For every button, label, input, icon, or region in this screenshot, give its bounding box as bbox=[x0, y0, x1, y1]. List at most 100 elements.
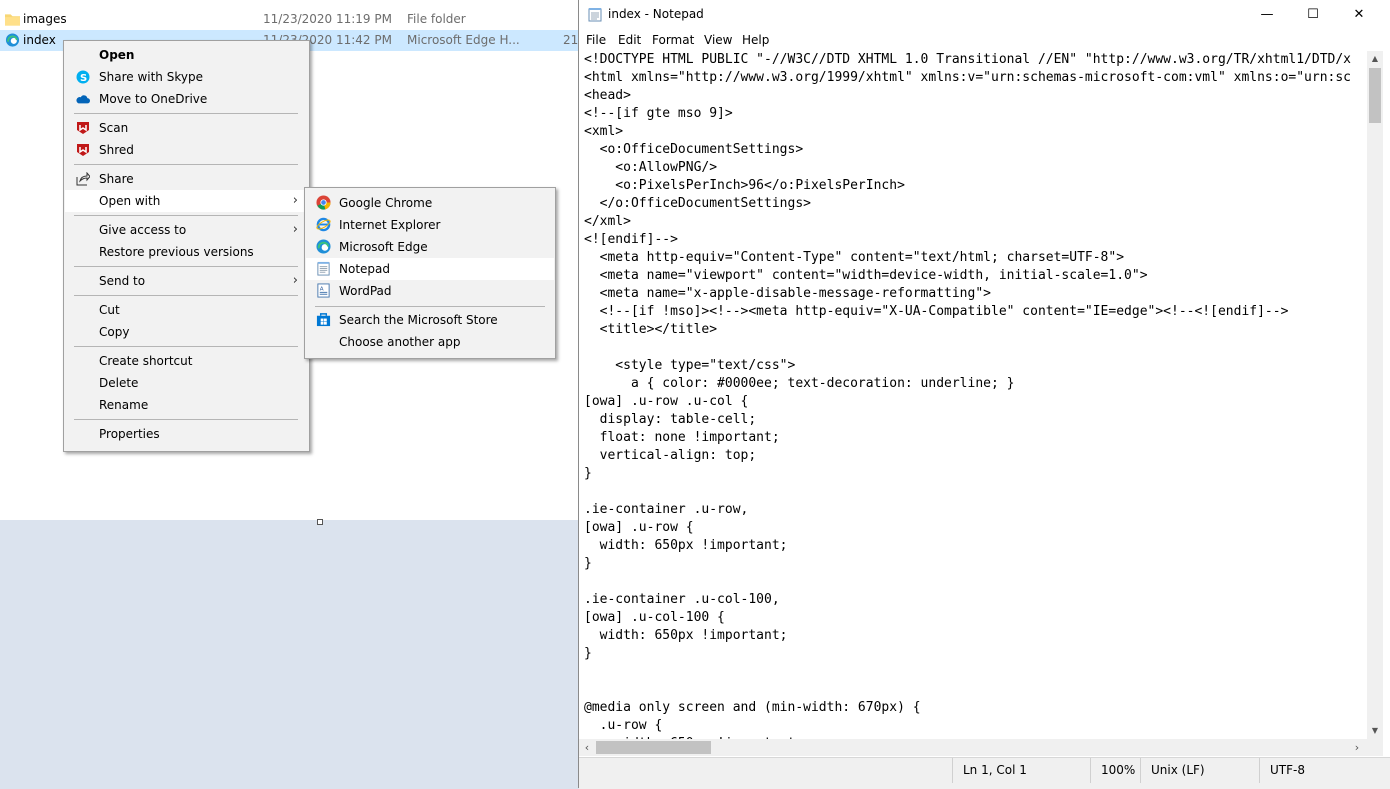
menu-item-move-to-onedrive[interactable]: Move to OneDrive bbox=[65, 88, 308, 110]
vertical-scroll-thumb[interactable] bbox=[1369, 68, 1381, 123]
submenu-arrow-icon: › bbox=[292, 193, 298, 208]
menu-item-restore-previous-versions[interactable]: Restore previous versions bbox=[65, 241, 308, 263]
scroll-right-arrow-icon[interactable]: › bbox=[1349, 739, 1365, 756]
close-button[interactable]: ✕ bbox=[1336, 0, 1382, 30]
mcafee-shield-icon bbox=[77, 122, 89, 134]
menu-item-label: Google Chrome bbox=[339, 196, 433, 210]
menu-item-label: Delete bbox=[99, 376, 139, 390]
menu-item-label: Search the Microsoft Store bbox=[339, 313, 498, 327]
notepad-icon bbox=[317, 261, 330, 276]
menu-item-label: Choose another app bbox=[339, 335, 461, 349]
notepad-window: index - Notepad — ☐ ✕ File Edit Format V… bbox=[578, 0, 1390, 789]
menu-separator bbox=[74, 295, 298, 296]
file-row-images[interactable]: images 11/23/2020 11:19 PM File folder bbox=[0, 9, 578, 30]
status-position: Ln 1, Col 1 bbox=[952, 758, 1027, 783]
scrollbar-corner bbox=[1367, 739, 1383, 756]
menu-item-label: Copy bbox=[99, 325, 130, 339]
menu-item-create-shortcut[interactable]: Create shortcut bbox=[65, 350, 308, 372]
editor-content: <!DOCTYPE HTML PUBLIC "-//W3C//DTD XHTML… bbox=[584, 52, 1352, 739]
menu-item-delete[interactable]: Delete bbox=[65, 372, 308, 394]
horizontal-scrollbar[interactable]: ‹ › bbox=[579, 739, 1367, 756]
edge-icon bbox=[5, 33, 20, 47]
open-with-search-microsoft-store[interactable]: Search the Microsoft Store bbox=[306, 309, 554, 331]
menu-item-label: Internet Explorer bbox=[339, 218, 441, 232]
menu-item-rename[interactable]: Rename bbox=[65, 394, 308, 416]
open-with-choose-another-app[interactable]: Choose another app bbox=[306, 331, 554, 353]
menu-separator bbox=[74, 215, 298, 216]
menu-file[interactable]: File bbox=[586, 33, 606, 47]
notepad-icon bbox=[588, 8, 602, 22]
internet-explorer-icon bbox=[316, 217, 331, 232]
menu-item-open-with[interactable]: Open with › bbox=[65, 190, 308, 212]
status-line-ending: Unix (LF) bbox=[1140, 758, 1205, 783]
open-with-notepad[interactable]: Notepad bbox=[306, 258, 554, 280]
submenu-arrow-icon: › bbox=[292, 222, 298, 237]
menu-item-share[interactable]: Share bbox=[65, 168, 308, 190]
text-editor[interactable]: <!DOCTYPE HTML PUBLIC "-//W3C//DTD XHTML… bbox=[579, 51, 1367, 739]
vertical-scrollbar[interactable]: ▲ ▼ bbox=[1367, 51, 1383, 739]
menu-item-shred[interactable]: Shred bbox=[65, 139, 308, 161]
menu-format[interactable]: Format bbox=[652, 33, 694, 47]
chrome-icon bbox=[316, 195, 331, 210]
status-zoom: 100% bbox=[1090, 758, 1135, 783]
menu-item-label: Restore previous versions bbox=[99, 245, 254, 259]
menu-item-share-with-skype[interactable]: S Share with Skype bbox=[65, 66, 308, 88]
file-name: index bbox=[23, 33, 56, 47]
menu-item-label: Send to bbox=[99, 274, 146, 288]
menu-item-label: Shred bbox=[99, 143, 134, 157]
menu-item-properties[interactable]: Properties bbox=[65, 423, 308, 445]
menu-item-send-to[interactable]: Send to › bbox=[65, 270, 308, 292]
menu-item-label: Properties bbox=[99, 427, 160, 441]
minimize-button[interactable]: — bbox=[1244, 0, 1290, 30]
share-icon bbox=[76, 172, 90, 186]
menu-help[interactable]: Help bbox=[742, 33, 769, 47]
open-with-google-chrome[interactable]: Google Chrome bbox=[306, 192, 554, 214]
menu-item-open[interactable]: Open bbox=[65, 44, 308, 66]
context-menu: Open S Share with Skype Move to OneDrive… bbox=[63, 40, 310, 452]
file-date: 11/23/2020 11:19 PM bbox=[263, 12, 392, 26]
open-with-microsoft-edge[interactable]: Microsoft Edge bbox=[306, 236, 554, 258]
submenu-arrow-icon: › bbox=[292, 273, 298, 288]
menu-item-scan[interactable]: Scan bbox=[65, 117, 308, 139]
menu-item-label: Microsoft Edge bbox=[339, 240, 428, 254]
menu-item-cut[interactable]: Cut bbox=[65, 299, 308, 321]
onedrive-icon bbox=[76, 95, 90, 104]
file-type: File folder bbox=[407, 12, 466, 26]
svg-text:S: S bbox=[80, 73, 87, 84]
menu-item-label: WordPad bbox=[339, 284, 392, 298]
title-bar[interactable]: index - Notepad — ☐ ✕ bbox=[579, 0, 1390, 30]
folder-icon bbox=[5, 14, 20, 26]
menu-separator bbox=[74, 164, 298, 165]
menu-item-label: Rename bbox=[99, 398, 149, 412]
menu-separator bbox=[74, 346, 298, 347]
menu-item-label: Give access to bbox=[99, 223, 187, 237]
menu-item-label: Open bbox=[99, 48, 135, 62]
zoom-level: 100% bbox=[1101, 763, 1136, 777]
menu-item-label: Scan bbox=[99, 121, 129, 135]
scroll-down-arrow-icon[interactable]: ▼ bbox=[1367, 723, 1383, 739]
menu-edit[interactable]: Edit bbox=[618, 33, 641, 47]
menu-view[interactable]: View bbox=[704, 33, 732, 47]
open-with-wordpad[interactable]: A WordPad bbox=[306, 280, 554, 302]
cursor-position: Ln 1, Col 1 bbox=[963, 763, 1027, 777]
menu-item-label: Create shortcut bbox=[99, 354, 193, 368]
window-title: index - Notepad bbox=[608, 7, 704, 21]
scroll-up-arrow-icon[interactable]: ▲ bbox=[1367, 51, 1383, 67]
skype-icon: S bbox=[76, 70, 90, 84]
file-size: 21 bbox=[563, 33, 579, 47]
menu-item-give-access-to[interactable]: Give access to › bbox=[65, 219, 308, 241]
open-with-internet-explorer[interactable]: Internet Explorer bbox=[306, 214, 554, 236]
open-with-submenu: Google Chrome Internet Explorer Microsof… bbox=[304, 187, 556, 359]
selection-resize-handle[interactable] bbox=[317, 519, 323, 525]
maximize-button[interactable]: ☐ bbox=[1290, 0, 1336, 30]
scroll-left-arrow-icon[interactable]: ‹ bbox=[579, 739, 595, 756]
horizontal-scroll-thumb[interactable] bbox=[596, 741, 711, 754]
menu-item-label: Notepad bbox=[339, 262, 390, 276]
menu-separator bbox=[74, 266, 298, 267]
status-encoding: UTF-8 bbox=[1259, 758, 1305, 783]
menu-item-label: Move to OneDrive bbox=[99, 92, 208, 106]
menu-item-label: Cut bbox=[99, 303, 120, 317]
menu-item-copy[interactable]: Copy bbox=[65, 321, 308, 343]
menu-item-label: Share bbox=[99, 172, 134, 186]
mcafee-shield-icon bbox=[77, 144, 89, 156]
